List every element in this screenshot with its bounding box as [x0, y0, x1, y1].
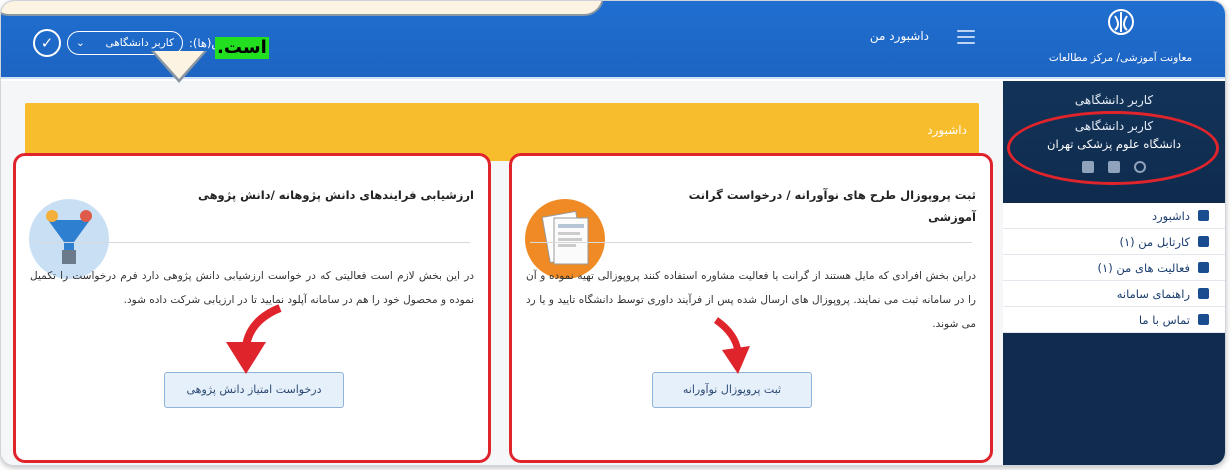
sidebar-item-label: داشبورد	[1151, 208, 1190, 223]
sidebar-item-guide[interactable]: راهنمای سامانه	[1003, 281, 1225, 307]
arrow-down-icon	[226, 304, 282, 374]
sidebar-item-label: کارتابل من (۱)	[1119, 234, 1190, 249]
emblem-icon	[1107, 9, 1134, 35]
menu-toggle-icon[interactable]	[957, 30, 975, 44]
inbox-icon	[1198, 236, 1209, 247]
grid-icon	[1198, 210, 1209, 221]
user-label: کاربر دانشگاهی	[1074, 93, 1154, 107]
scholarship-evaluation-card: ارزشیابی فرایندهای دانش پژوهانه /دانش پژ…	[13, 153, 491, 463]
divider	[34, 242, 470, 243]
sidebar-item-label: تماس با ما	[1138, 312, 1190, 327]
chevron-down-icon: ⌄	[76, 37, 85, 49]
proposal-card: ثبت پروپوزال طرح های نوآورانه / درخواست …	[509, 153, 993, 463]
main-content: داشبورد ثبت پروپوزال طرح های نوآورانه / …	[1, 81, 1003, 465]
sidebar-item-label: فعالیت های من (۱)	[1097, 260, 1190, 275]
divider	[530, 242, 972, 243]
book-icon	[1198, 288, 1209, 299]
sidebar-item-label: راهنمای سامانه	[1116, 286, 1190, 301]
user-profile: کاربر دانشگاهی کاربر دانشگاهی دانشگاه عل…	[1003, 81, 1225, 195]
phone-icon	[1198, 314, 1209, 325]
page-breadcrumb: داشبورد من	[869, 29, 929, 43]
panel-title: داشبورد	[927, 123, 967, 137]
sidebar-nav: داشبورد کارتابل من (۱) فعالیت های من (۱)…	[1003, 203, 1225, 333]
callout-tail-inner	[154, 51, 204, 79]
check-icon[interactable]: ✓	[33, 29, 61, 57]
callout-text: است.	[215, 37, 269, 59]
sidebar-item-activities[interactable]: فعالیت های من (۱)	[1003, 255, 1225, 281]
card-title: ارزشیابی فرایندهای دانش پژوهانه /دانش پژ…	[197, 188, 474, 202]
role-value: کاربر دانشگاهی	[105, 37, 175, 49]
logo: ​ معاونت آموزشی/ مرکز مطالعات	[1038, 7, 1203, 73]
logo-title: معاونت آموزشی/ مرکز مطالعات	[1048, 52, 1193, 64]
tooltip-callout	[1, 1, 604, 16]
arrow-down-icon	[713, 317, 750, 374]
highlight-ellipse	[1007, 111, 1219, 185]
activity-icon	[1198, 262, 1209, 273]
sidebar-item-contact[interactable]: تماس با ما	[1003, 307, 1225, 333]
sidebar: کاربر دانشگاهی کاربر دانشگاهی دانشگاه عل…	[1003, 81, 1225, 465]
sidebar-item-dashboard[interactable]: داشبورد	[1003, 203, 1225, 229]
app-frame: ​ معاونت آموزشی/ مرکز مطالعات داشبورد من…	[0, 0, 1226, 466]
sidebar-item-inbox[interactable]: کارتابل من (۱)	[1003, 229, 1225, 255]
card-title: ثبت پروپوزال طرح های نوآورانه / درخواست …	[688, 188, 976, 224]
